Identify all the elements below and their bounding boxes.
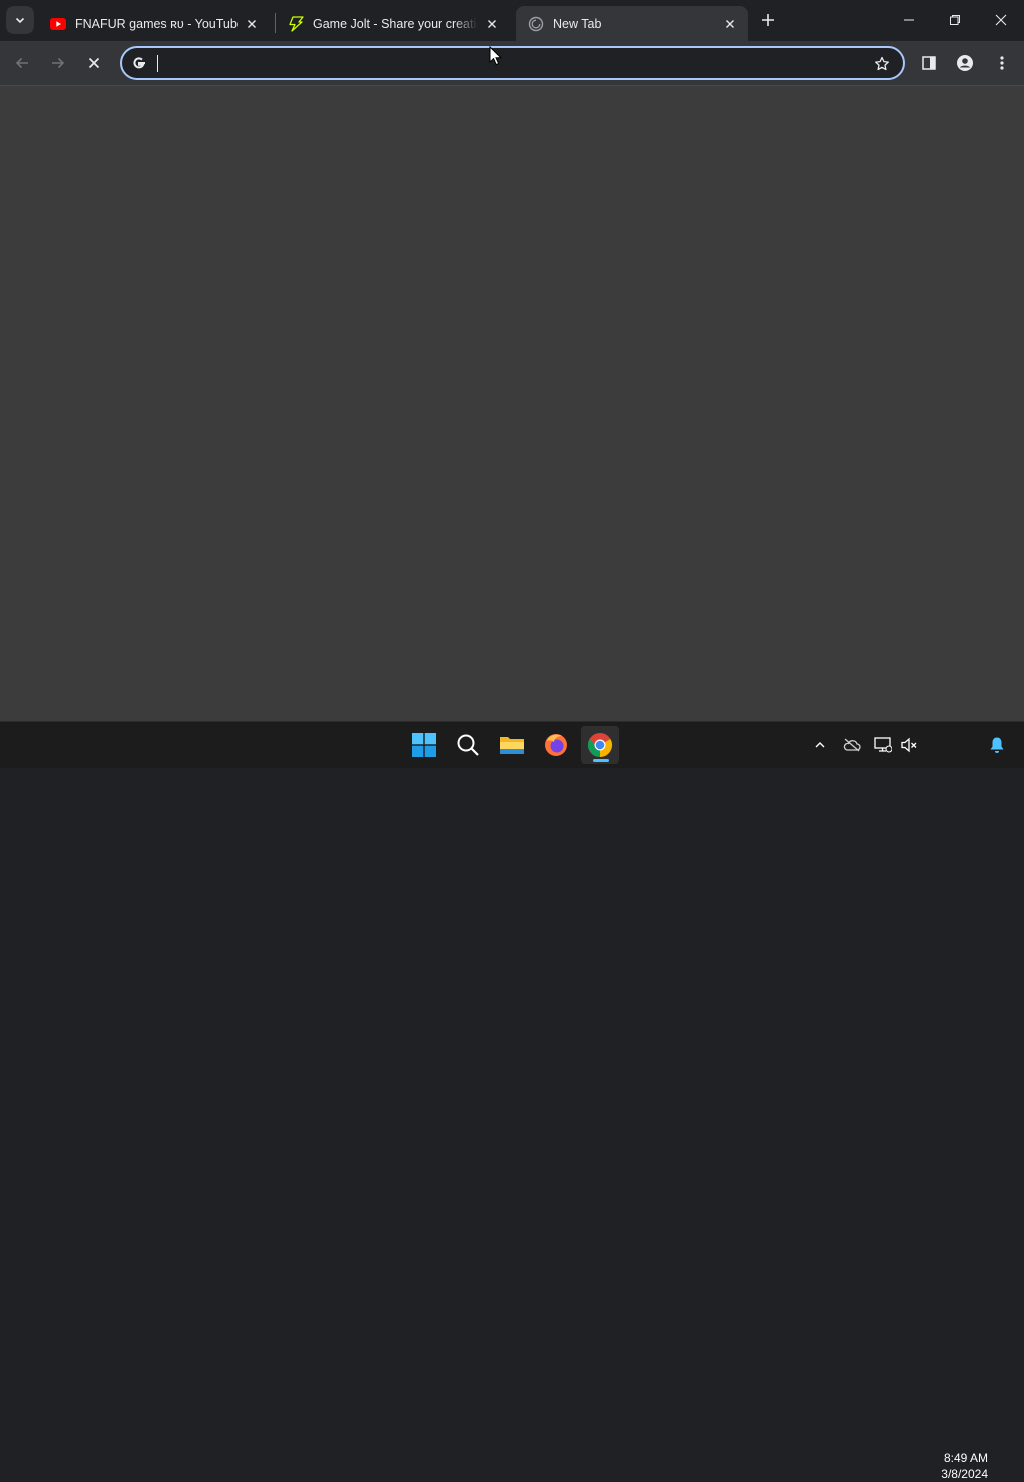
youtube-icon bbox=[50, 16, 66, 32]
browser-toolbar bbox=[0, 41, 1024, 86]
plus-icon bbox=[762, 14, 774, 26]
restore-button[interactable] bbox=[932, 0, 978, 40]
tab-gamejolt[interactable]: Game Jolt - Share your creations bbox=[276, 6, 510, 41]
taskbar: 8:49 AM 3/8/2024 bbox=[0, 721, 1024, 1481]
close-icon bbox=[995, 14, 1007, 26]
mouse-cursor-icon bbox=[489, 45, 503, 71]
close-tab-icon[interactable] bbox=[244, 16, 260, 32]
active-app-indicator bbox=[593, 759, 609, 762]
tab-strip: FNAFUR games ʀᴜ - YouTube Game Jolt - Sh… bbox=[0, 0, 1024, 41]
address-input[interactable] bbox=[158, 48, 858, 78]
restore-icon bbox=[950, 15, 960, 25]
new-tab-button[interactable] bbox=[756, 8, 780, 32]
onedrive-tray-icon[interactable] bbox=[841, 734, 863, 756]
address-bar[interactable] bbox=[120, 46, 905, 80]
gamejolt-icon bbox=[288, 15, 304, 32]
close-icon bbox=[88, 57, 100, 69]
stop-loading-button[interactable] bbox=[78, 47, 110, 79]
minimize-button[interactable] bbox=[886, 0, 932, 40]
close-tab-icon[interactable] bbox=[722, 16, 738, 32]
tab-youtube[interactable]: FNAFUR games ʀᴜ - YouTube bbox=[38, 6, 270, 41]
arrow-right-icon bbox=[52, 57, 65, 69]
close-tab-icon[interactable] bbox=[484, 16, 500, 32]
back-button[interactable] bbox=[6, 47, 38, 79]
firefox-icon bbox=[545, 734, 567, 756]
chevron-down-icon bbox=[15, 17, 25, 24]
close-window-button[interactable] bbox=[978, 0, 1024, 40]
forward-button[interactable] bbox=[42, 47, 74, 79]
browser-window: FNAFUR games ʀᴜ - YouTube Game Jolt - Sh… bbox=[0, 0, 1024, 721]
chrome-icon bbox=[587, 733, 613, 757]
profile-button[interactable] bbox=[949, 47, 981, 79]
tab-title: Game Jolt - Share your creations bbox=[313, 16, 478, 31]
file-explorer-button[interactable] bbox=[493, 726, 531, 764]
side-panel-icon bbox=[922, 56, 936, 70]
firefox-button[interactable] bbox=[537, 726, 575, 764]
bookmark-star-icon[interactable] bbox=[873, 55, 891, 73]
network-tray-icon[interactable] bbox=[872, 734, 894, 756]
tab-search-button[interactable] bbox=[6, 6, 34, 34]
windows-start-icon bbox=[412, 733, 436, 757]
taskbar-clock[interactable]: 8:49 AM 3/8/2024 bbox=[926, 1450, 988, 1482]
profile-avatar-icon bbox=[957, 55, 973, 71]
side-panel-button[interactable] bbox=[913, 47, 945, 79]
more-vertical-icon bbox=[1000, 56, 1004, 70]
clock-time: 8:49 AM bbox=[943, 1451, 988, 1465]
arrow-left-icon bbox=[15, 57, 28, 69]
volume-muted-icon[interactable] bbox=[898, 734, 920, 756]
chrome-menu-button[interactable] bbox=[986, 47, 1018, 79]
tab-title: New Tab bbox=[553, 16, 602, 31]
page-content bbox=[0, 87, 1024, 721]
google-g-icon bbox=[130, 54, 148, 72]
clock-date: 3/8/2024 bbox=[941, 1467, 988, 1481]
chevron-up-icon bbox=[815, 742, 825, 748]
minimize-icon bbox=[904, 19, 914, 21]
tab-new-tab[interactable]: New Tab bbox=[516, 6, 748, 41]
search-icon bbox=[457, 734, 479, 756]
file-explorer-icon bbox=[500, 737, 524, 754]
taskbar-search-button[interactable] bbox=[449, 726, 487, 764]
start-button[interactable] bbox=[405, 726, 443, 764]
notification-bell-icon[interactable] bbox=[986, 734, 1008, 756]
tab-title: FNAFUR games ʀᴜ - YouTube bbox=[75, 16, 238, 31]
chrome-newtab-icon bbox=[528, 16, 544, 32]
show-hidden-icons-button[interactable] bbox=[809, 734, 831, 756]
